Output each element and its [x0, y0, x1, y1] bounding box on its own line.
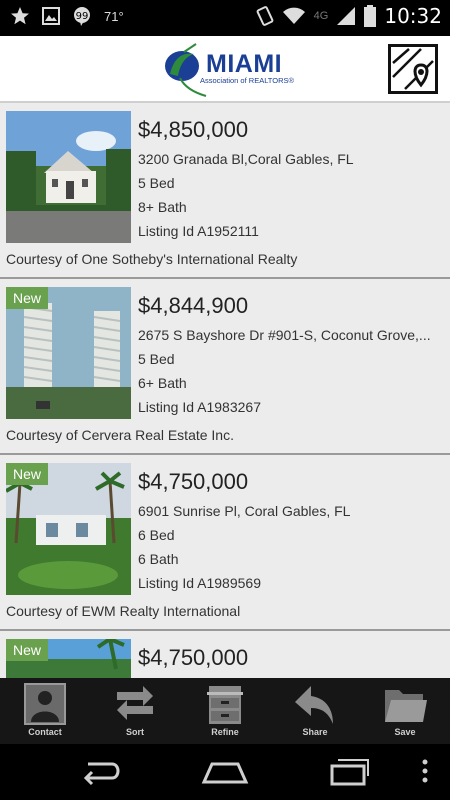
- listing-price: $4,750,000: [138, 469, 249, 494]
- map-pin-icon: [392, 48, 434, 90]
- listing-photo[interactable]: [6, 111, 131, 243]
- filing-cabinet-icon: [207, 686, 243, 724]
- listing-address: 6901 Sunrise Pl, Coral Gables, FL: [138, 503, 351, 519]
- listing-beds: 6 Bed: [138, 527, 175, 543]
- listing-price: $4,850,000: [138, 117, 249, 142]
- app-header: MIAMI Association of REALTORS®: [0, 36, 450, 103]
- refine-button[interactable]: Refine: [180, 678, 270, 744]
- listing-card[interactable]: New $4,750,000 6901 Sunrise Pl, Coral Ga…: [0, 455, 450, 631]
- sort-arrows-icon: [117, 686, 153, 720]
- clock: 10:32: [384, 4, 442, 28]
- listing-card[interactable]: $4,850,000 3200 Granada Bl,Coral Gables,…: [0, 103, 450, 279]
- signal-icon: [336, 6, 356, 26]
- temperature: 71°: [104, 8, 124, 24]
- listing-id: Listing Id A1989569: [138, 575, 261, 591]
- listing-baths: 6 Bath: [138, 551, 179, 567]
- share-label: Share: [302, 727, 328, 737]
- listing-courtesy: Courtesy of Cervera Real Estate Inc.: [6, 427, 234, 443]
- listing-beds: 5 Bed: [138, 351, 175, 367]
- new-badge: New: [6, 463, 49, 485]
- logo-title: MIAMI: [206, 50, 283, 78]
- listing-id: Listing Id A1952111: [138, 223, 259, 239]
- listing-courtesy: Courtesy of One Sotheby's International …: [6, 251, 298, 267]
- contact-label: Contact: [28, 727, 62, 737]
- network-type: 4G: [313, 10, 329, 22]
- listing-photo[interactable]: New: [6, 463, 131, 595]
- contact-icon: [24, 683, 66, 725]
- listing-card[interactable]: New $4,844,900 2675 S Bayshore Dr #901-S…: [0, 279, 450, 455]
- wifi-icon: [282, 6, 306, 26]
- listing-photo[interactable]: New: [6, 287, 131, 419]
- android-nav-bar: [0, 744, 450, 800]
- listing-beds: 5 Bed: [138, 175, 175, 191]
- listing-card[interactable]: New $4,750,000: [0, 631, 450, 678]
- sort-button[interactable]: Sort: [90, 678, 180, 744]
- star-icon: [10, 6, 30, 26]
- home-icon[interactable]: [200, 756, 250, 791]
- listing-price: $4,844,900: [138, 293, 249, 318]
- back-icon[interactable]: [78, 756, 122, 791]
- battery-icon: [364, 5, 377, 27]
- listings-list[interactable]: $4,850,000 3200 Granada Bl,Coral Gables,…: [0, 103, 450, 678]
- listing-address: 3200 Granada Bl,Coral Gables, FL: [138, 151, 354, 167]
- listing-id: Listing Id A1983267: [138, 399, 261, 415]
- map-view-button[interactable]: [388, 44, 438, 94]
- sort-label: Sort: [126, 727, 144, 737]
- status-bar: 99 71° 4G 10:32: [0, 0, 450, 36]
- listing-baths: 6+ Bath: [138, 375, 187, 391]
- listing-courtesy: Courtesy of EWM Realty International: [6, 603, 241, 619]
- vibrate-icon: [254, 5, 274, 27]
- save-button[interactable]: Save: [360, 678, 450, 744]
- listing-baths: 8+ Bath: [138, 199, 187, 215]
- listing-photo[interactable]: New: [6, 639, 131, 678]
- logo-subtitle: Association of REALTORS®: [200, 76, 295, 85]
- listing-address: 2675 S Bayshore Dr #901-S, Coconut Grove…: [138, 327, 431, 343]
- new-badge: New: [6, 287, 49, 309]
- hangouts-icon: 99: [72, 6, 92, 26]
- listing-price: $4,750,000: [138, 645, 249, 670]
- share-arrow-icon: [295, 686, 333, 724]
- overflow-menu-icon[interactable]: [420, 756, 430, 791]
- miami-realtors-logo[interactable]: MIAMI Association of REALTORS®: [160, 42, 295, 98]
- contact-button[interactable]: Contact: [0, 678, 90, 744]
- save-label: Save: [394, 727, 416, 737]
- svg-text:99: 99: [76, 11, 89, 22]
- share-button[interactable]: Share: [270, 678, 360, 744]
- image-icon: [42, 7, 60, 25]
- folder-icon: [385, 690, 427, 722]
- new-badge: New: [6, 639, 49, 661]
- bottom-toolbar: Contact Sort Refine Share Save: [0, 678, 450, 744]
- refine-label: Refine: [211, 727, 239, 737]
- recent-apps-icon[interactable]: [328, 756, 372, 791]
